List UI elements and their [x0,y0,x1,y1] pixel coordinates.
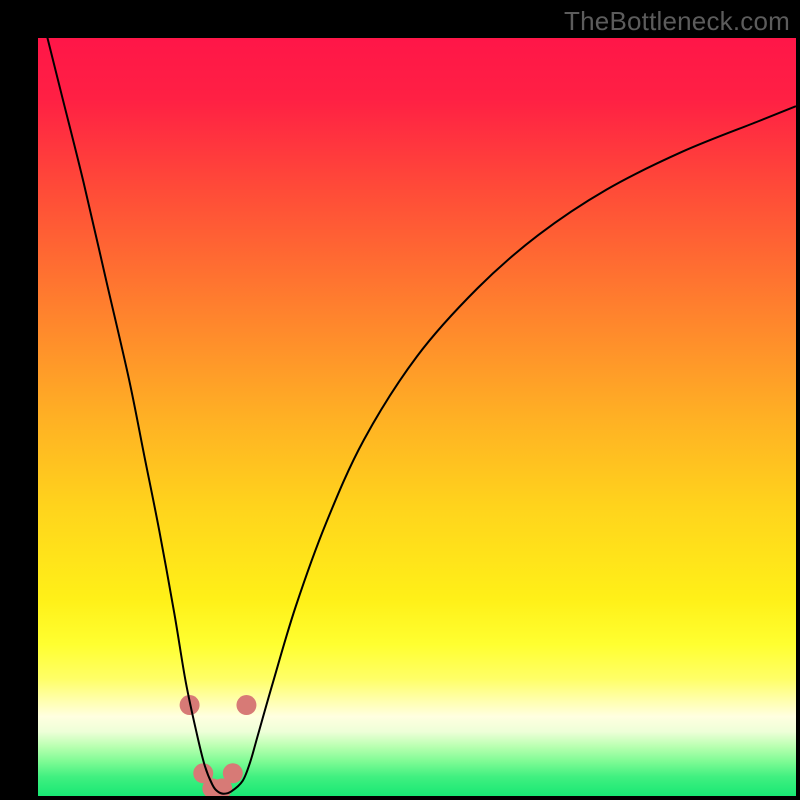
marker-dot [223,763,243,783]
plot-area [38,38,796,796]
watermark-text: TheBottleneck.com [564,6,790,37]
bottleneck-curve [38,38,796,794]
chart-svg [38,38,796,796]
marker-dot [236,695,256,715]
outer-frame: TheBottleneck.com [0,0,800,800]
